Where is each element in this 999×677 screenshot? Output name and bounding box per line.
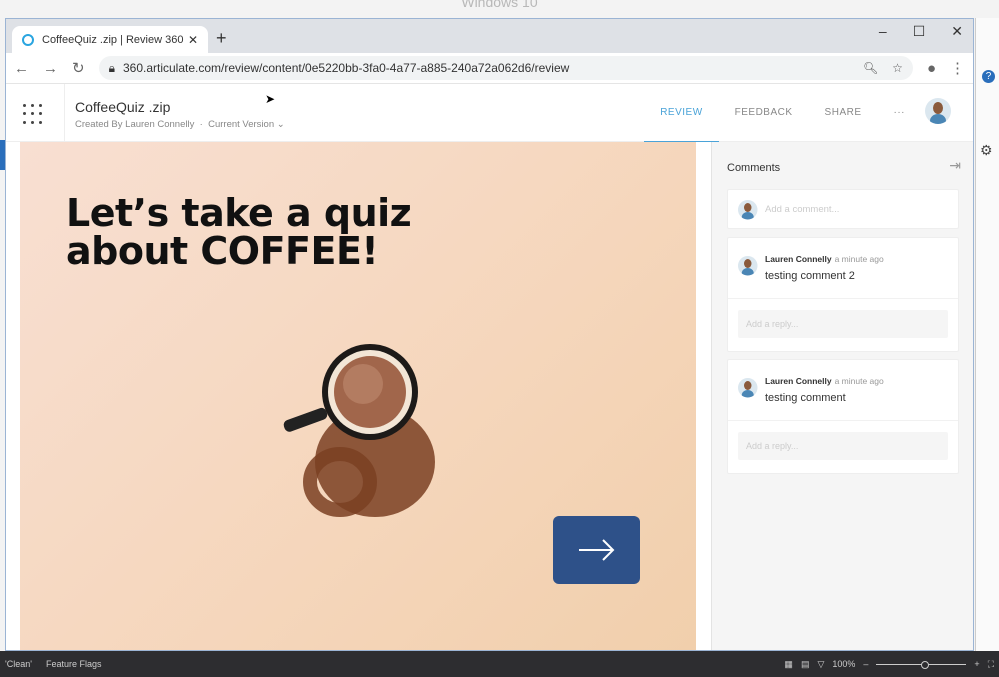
tab-review[interactable]: REVIEW bbox=[644, 84, 720, 143]
reload-icon[interactable]: ↻ bbox=[72, 59, 85, 77]
reply-input[interactable]: Add a reply... bbox=[738, 432, 948, 460]
comment-text: testing comment bbox=[765, 392, 846, 404]
reply-input[interactable]: Add a reply... bbox=[738, 310, 948, 338]
add-comment-field[interactable]: Add a comment... bbox=[727, 189, 959, 229]
background-app-panel: ? ⚙ bbox=[975, 18, 999, 651]
comment-card: Lauren Connelly a minute ago testing comm… bbox=[727, 359, 959, 474]
os-title: Windows 10 bbox=[461, 0, 538, 10]
created-by: Created By Lauren Connelly bbox=[75, 119, 195, 130]
notes-view-icon[interactable]: ▤ bbox=[801, 659, 810, 670]
comment-card: Lauren Connelly a minute ago testing comm… bbox=[727, 237, 959, 352]
normal-view-icon[interactable]: ▦ bbox=[784, 659, 793, 670]
slide-heading: Let’s take a quiz about COFFEE! bbox=[66, 191, 412, 273]
close-window-button[interactable]: ✕ bbox=[951, 23, 963, 40]
apps-grid-icon[interactable] bbox=[23, 104, 43, 124]
tab-feedback[interactable]: FEEDBACK bbox=[719, 84, 809, 142]
address-bar: ← → ↻ 🔒︎ 360.articulate.com/review/conte… bbox=[6, 53, 973, 84]
zoom-icon[interactable]: 🔍︎ bbox=[863, 61, 878, 75]
favicon-icon bbox=[22, 33, 34, 46]
version-dropdown[interactable]: Current Version ⌄ bbox=[208, 119, 285, 130]
comment-time: a minute ago bbox=[834, 376, 884, 386]
avatar bbox=[738, 200, 758, 220]
close-tab-icon[interactable]: ✕ bbox=[188, 33, 198, 47]
collapse-panel-icon[interactable]: ⇥ bbox=[949, 157, 961, 174]
comments-panel: Comments ⇥ Add a comment... Lauren Conne… bbox=[711, 142, 973, 650]
browser-tab[interactable]: CoffeeQuiz .zip | Review 360 ✕ bbox=[12, 26, 208, 53]
minimize-button[interactable]: – bbox=[879, 23, 887, 40]
avatar bbox=[738, 256, 758, 276]
project-subtitle: Created By Lauren Connelly · Current Ver… bbox=[75, 119, 285, 130]
more-button[interactable]: ··· bbox=[878, 84, 922, 142]
back-icon[interactable]: ← bbox=[14, 60, 29, 77]
tab-title: CoffeeQuiz .zip | Review 360 bbox=[42, 33, 184, 46]
forward-icon[interactable]: → bbox=[43, 60, 58, 77]
url-field[interactable]: 🔒︎ 360.articulate.com/review/content/0e5… bbox=[98, 56, 913, 80]
coffee-cup-image bbox=[283, 344, 435, 517]
presenter-icon[interactable]: ▽ bbox=[817, 659, 824, 670]
zoom-level: 100% bbox=[832, 659, 856, 669]
comment-time: a minute ago bbox=[834, 254, 884, 264]
fit-window-icon[interactable]: ⛶ bbox=[988, 659, 994, 670]
help-icon[interactable]: ? bbox=[982, 70, 995, 83]
comment-author: Lauren Connelly bbox=[765, 376, 832, 386]
status-bar: 'Clean' Feature Flags ▦ ▤ ▽ 100% – + ⛶ bbox=[0, 651, 999, 677]
user-avatar[interactable] bbox=[925, 97, 951, 124]
app-header: CoffeeQuiz .zip Created By Lauren Connel… bbox=[6, 84, 973, 143]
arrow-right-icon bbox=[578, 539, 614, 561]
avatar bbox=[738, 378, 758, 398]
profile-icon[interactable]: ● bbox=[927, 60, 936, 77]
status-clean: 'Clean' bbox=[5, 659, 32, 669]
new-tab-button[interactable]: + bbox=[216, 28, 227, 49]
gear-icon[interactable]: ⚙ bbox=[980, 142, 993, 159]
menu-icon[interactable]: ⋮ bbox=[950, 59, 965, 77]
lock-icon: 🔒︎ bbox=[108, 60, 115, 75]
comments-title: Comments bbox=[727, 162, 781, 174]
maximize-button[interactable]: ☐ bbox=[913, 23, 926, 40]
zoom-slider[interactable] bbox=[876, 660, 967, 669]
star-icon[interactable]: ☆ bbox=[892, 61, 903, 75]
project-title: CoffeeQuiz .zip bbox=[75, 99, 171, 115]
zoom-out-button[interactable]: – bbox=[863, 659, 868, 669]
comment-author: Lauren Connelly bbox=[765, 254, 832, 264]
mouse-cursor: ➤ bbox=[265, 92, 276, 106]
comment-text: testing comment 2 bbox=[765, 270, 855, 282]
next-slide-button[interactable] bbox=[553, 516, 640, 584]
tab-share[interactable]: SHARE bbox=[809, 84, 878, 142]
url-text: 360.articulate.com/review/content/0e5220… bbox=[122, 61, 570, 75]
tab-strip: CoffeeQuiz .zip | Review 360 ✕ + – ☐ ✕ bbox=[6, 19, 973, 53]
slide-preview: Let’s take a quiz about COFFEE! bbox=[20, 142, 696, 650]
browser-window: CoffeeQuiz .zip | Review 360 ✕ + – ☐ ✕ ←… bbox=[5, 18, 974, 651]
zoom-in-button[interactable]: + bbox=[974, 659, 979, 669]
feature-flags[interactable]: Feature Flags bbox=[46, 659, 102, 669]
